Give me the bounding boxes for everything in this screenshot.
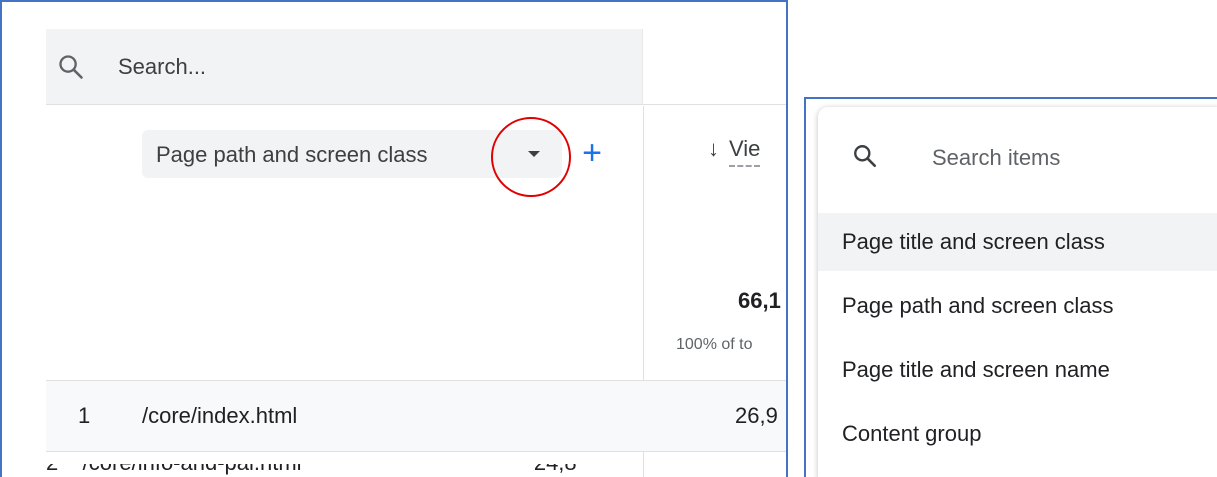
- row-value: 26,9: [735, 403, 778, 428]
- report-table-panel: Page path and screen class + ↓ Vie 66,1 1…: [0, 0, 788, 477]
- metric-name: Vie: [729, 136, 761, 167]
- search-icon: [854, 145, 877, 168]
- table-row[interactable]: 1 /core/index.html 26,9: [46, 381, 786, 451]
- row-index: 1: [78, 403, 91, 428]
- search-icon: [59, 55, 83, 79]
- menu-item-page-title-and-screen-name[interactable]: Page title and screen name: [818, 341, 1217, 399]
- search-bar-right-area: [642, 29, 786, 105]
- table-row-partial: 2 /core/info-and-pal.html 24,8: [46, 464, 786, 477]
- menu-search-input[interactable]: [932, 143, 1192, 173]
- table-search-input[interactable]: [118, 51, 598, 83]
- row-partial-text: 2 /core/info-and-pal.html 24,8: [46, 464, 577, 475]
- dimension-menu-panel: Page title and screen class Page path an…: [804, 97, 1217, 477]
- menu-item-page-title-and-screen-class[interactable]: Page title and screen class: [818, 213, 1217, 271]
- menu-item-page-path-and-screen-class[interactable]: Page path and screen class: [818, 277, 1217, 335]
- arrow-down-icon: ↓: [708, 136, 719, 161]
- table-search-bar[interactable]: [46, 29, 642, 105]
- dimension-label: Page path and screen class: [156, 142, 428, 167]
- highlight-circle-annotation: [491, 117, 571, 197]
- dimension-dropdown-menu: Page title and screen class Page path an…: [818, 107, 1217, 477]
- row-divider: [46, 451, 786, 452]
- metric-column-header[interactable]: ↓ Vie: [708, 136, 761, 167]
- row-page-path[interactable]: /core/index.html: [142, 403, 297, 429]
- metric-total-subtitle: 100% of to: [676, 336, 753, 353]
- add-dimension-button[interactable]: +: [577, 133, 607, 173]
- metric-total-value: 66,1: [738, 288, 781, 313]
- menu-item-content-group[interactable]: Content group: [818, 405, 1217, 463]
